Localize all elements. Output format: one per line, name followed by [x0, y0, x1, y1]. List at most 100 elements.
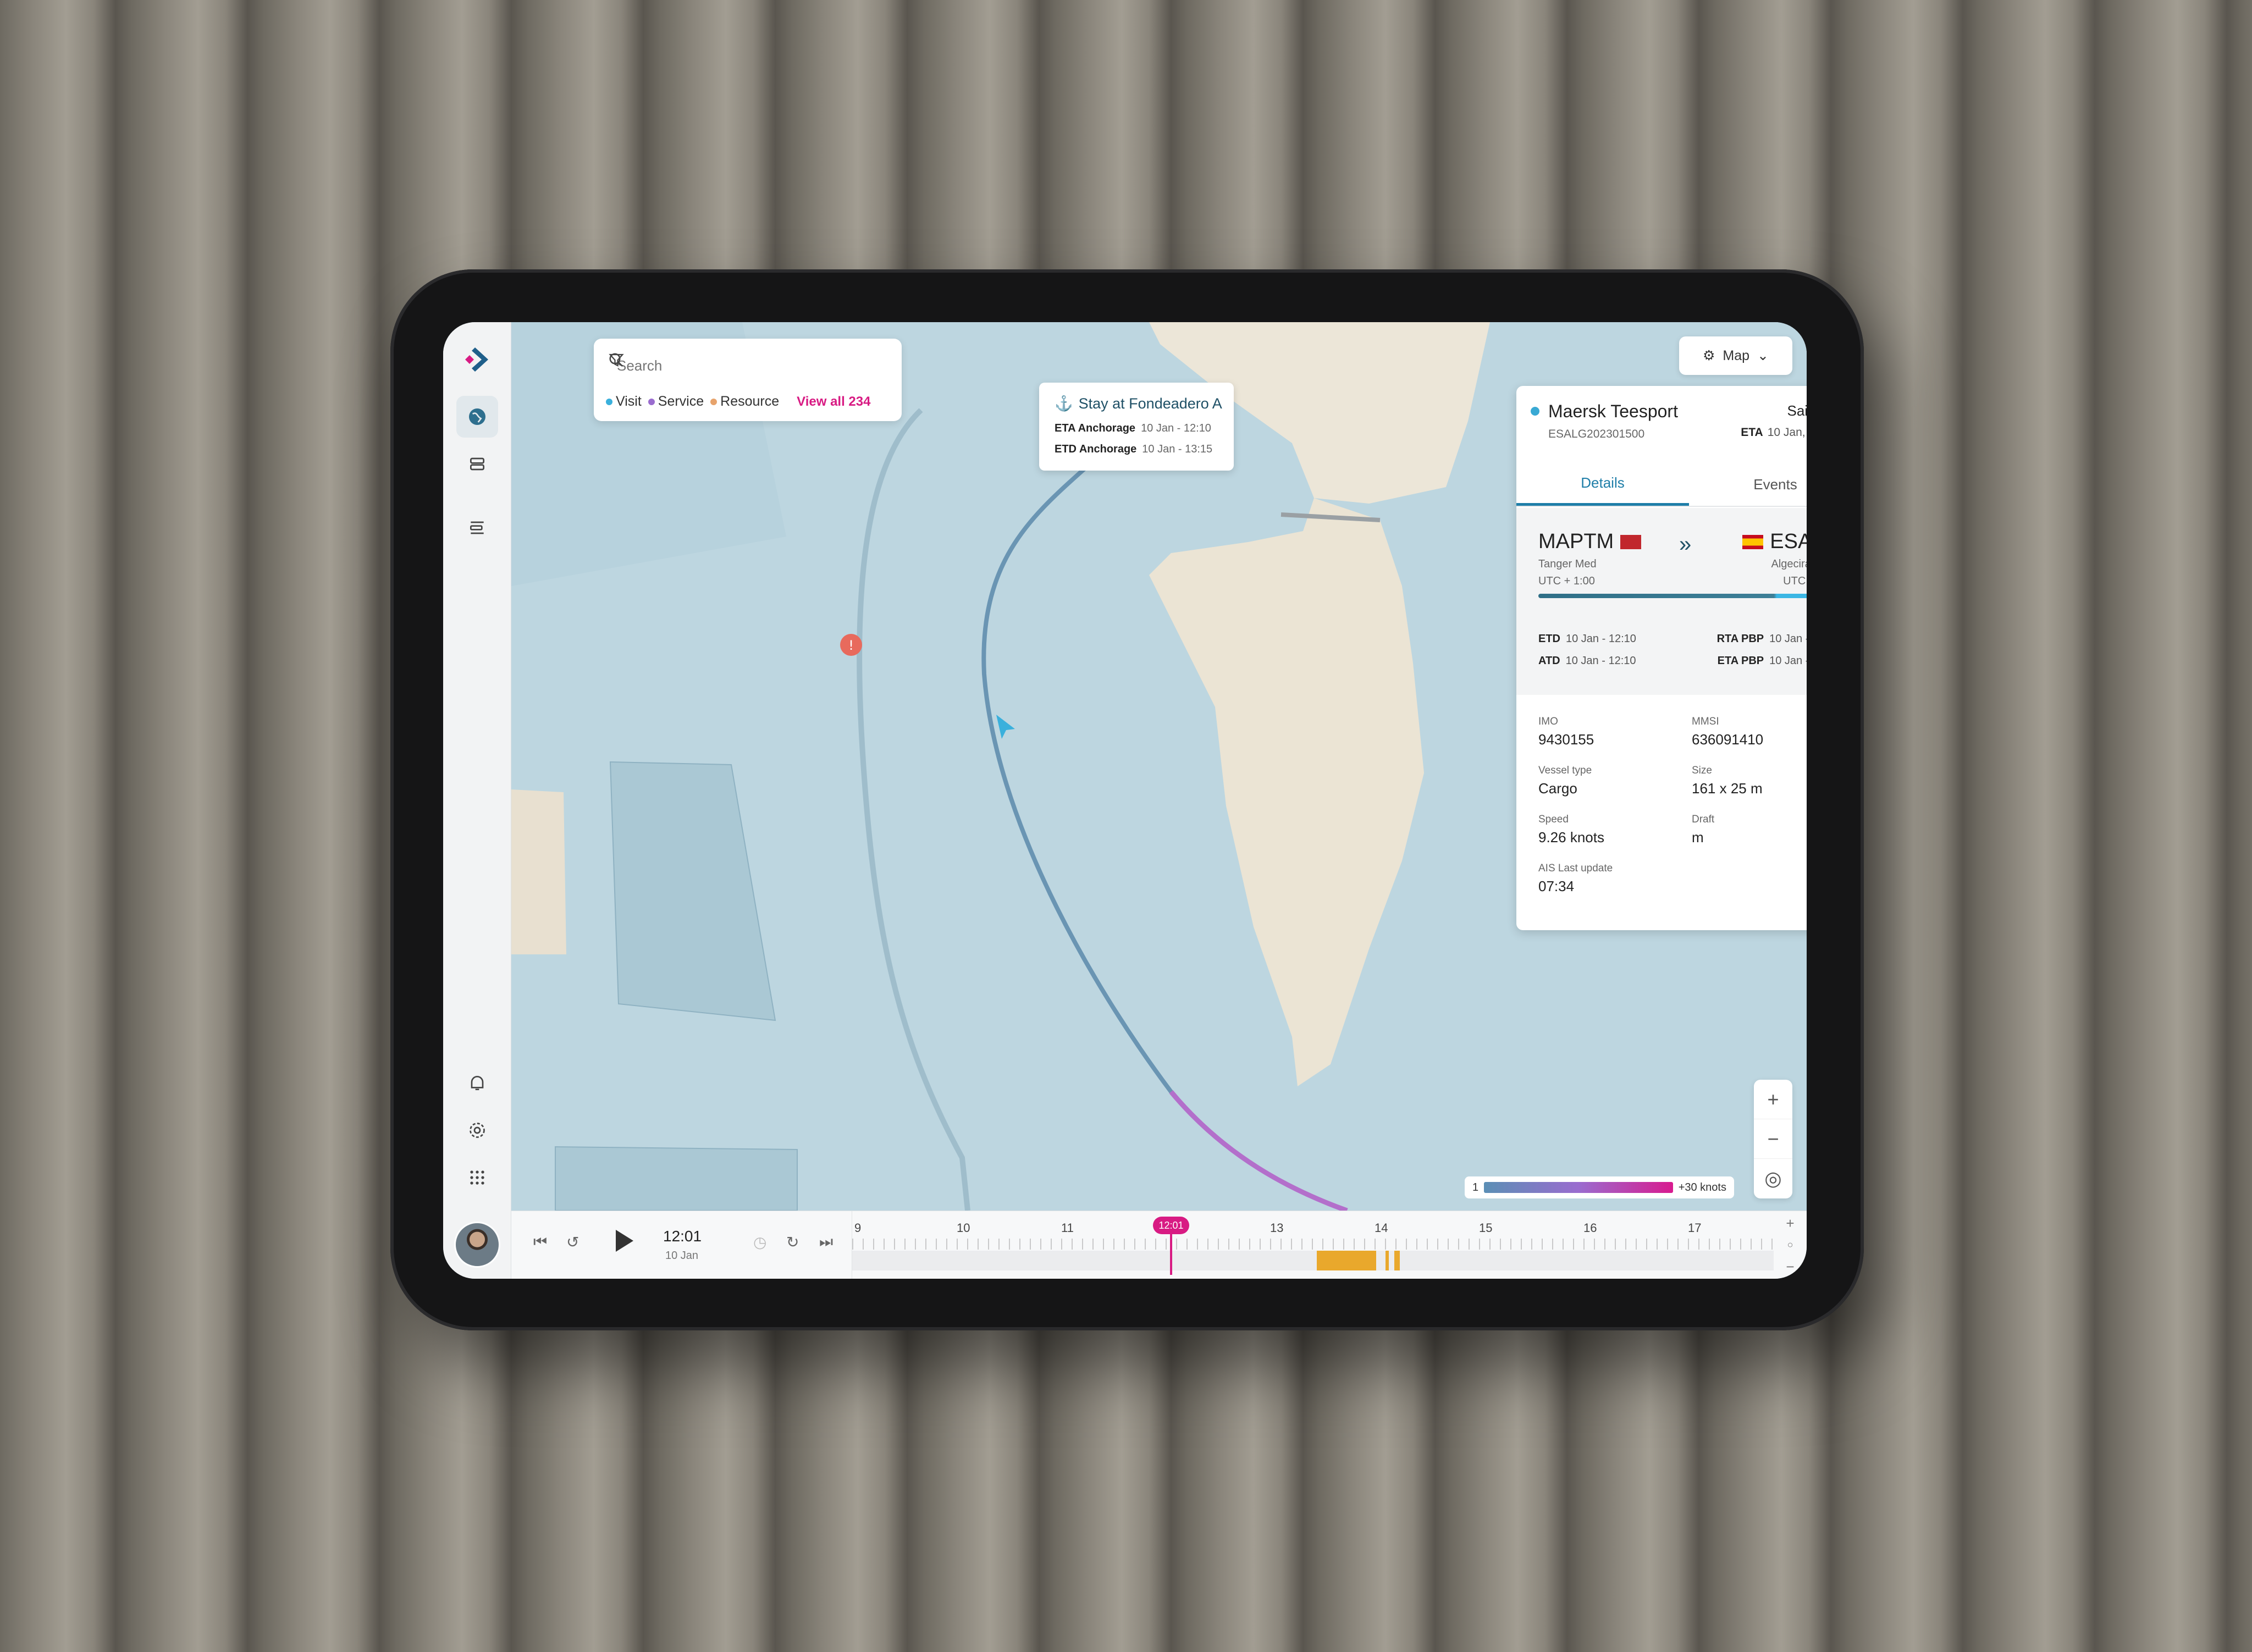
notifications-button[interactable] — [456, 1062, 498, 1104]
tick-label: 14 — [1375, 1221, 1388, 1235]
info-draft: Draft m — [1692, 814, 1715, 846]
search-panel: Visit Service Resource View all 234 — [594, 339, 902, 421]
filter-icon[interactable] — [608, 352, 625, 368]
tick-label: 13 — [1270, 1221, 1284, 1235]
morocco-flag-icon — [1620, 534, 1642, 549]
double-chevron-right-icon: » — [1679, 532, 1692, 556]
origin-port: MAPTM Tanger Med UTC + 1:00 — [1538, 530, 1642, 588]
tick-label: 11 — [1061, 1221, 1074, 1235]
clock-icon[interactable]: ◷ — [753, 1233, 766, 1251]
times-right: RTA PBP10 Jan - 12:10 ETA PBP10 Jan - 12… — [1716, 633, 1807, 667]
destination-port: ESALG Algeciras Port UTC + 1:00 — [1742, 530, 1807, 588]
stack-icon — [470, 457, 484, 471]
popup-row-etd: ETD Anchorage 10 Jan - 13:15 — [1055, 443, 1213, 455]
vessel-name: Maersk Teesport — [1548, 401, 1678, 421]
vessel-code: ESALG202301500 — [1548, 428, 1645, 440]
spain-flag-icon — [1742, 534, 1764, 549]
tick-label: 17 — [1688, 1221, 1702, 1235]
tick-label: 16 — [1583, 1221, 1597, 1235]
skip-start-icon[interactable]: ⏮ — [533, 1233, 547, 1251]
svg-text:!: ! — [848, 638, 854, 653]
event-bar[interactable] — [1386, 1251, 1389, 1270]
sidebar-item-timeline[interactable] — [456, 507, 498, 549]
app-screen: ! Visit Service Resource View all 234 ⚓ S… — [443, 322, 1807, 1279]
service-dot — [648, 398, 655, 405]
event-bar[interactable] — [1317, 1251, 1376, 1270]
timeline-zoom-reset[interactable]: ○ — [1787, 1239, 1793, 1251]
grid-icon — [470, 1170, 484, 1185]
timeline-ticks — [852, 1239, 1774, 1250]
anchor-icon: ⚓ — [1055, 395, 1073, 412]
filter-resource[interactable]: Resource — [710, 394, 779, 410]
popup-title: Stay at Fondeadero A — [1078, 395, 1222, 412]
tick-label: 10 — [957, 1221, 970, 1235]
settings-button[interactable] — [456, 1109, 498, 1151]
vessel-info-grid: IMO 9430155 MMSI 636091410 Vessel type Carg… — [1538, 716, 1807, 895]
vessel-status: Sailing in — [1787, 402, 1807, 419]
timeline-zoom-out[interactable]: − — [1786, 1258, 1794, 1275]
apps-button[interactable] — [456, 1157, 498, 1198]
resource-dot — [710, 398, 717, 405]
map-zoom-controls: + − ◎ — [1754, 1080, 1792, 1198]
filter-resource-label: Resource — [720, 394, 780, 409]
tab-events[interactable]: Events — [1689, 463, 1807, 506]
zoom-out-button[interactable]: − — [1754, 1119, 1792, 1159]
vessel-details-card: Maersk Teesport ESALG202301500 Sailing i… — [1516, 386, 1807, 930]
popup-row-eta: ETA Anchorage 10 Jan - 12:10 — [1055, 422, 1211, 434]
info-vessel-type: Vessel type Cargo — [1538, 765, 1592, 797]
visit-dot — [606, 398, 612, 405]
user-avatar[interactable] — [454, 1222, 500, 1268]
status-dot — [1531, 407, 1539, 416]
rows-icon — [470, 521, 484, 534]
info-ais-update: AIS Last update 07:34 — [1538, 863, 1613, 894]
speed-gradient — [1484, 1182, 1673, 1193]
player-controls: ⏮ ↺ 12:01 10 Jan ◷ ↻ ⏭ — [511, 1211, 852, 1279]
tick-label: 9 — [854, 1221, 862, 1235]
filter-service-label: Service — [658, 394, 704, 409]
sidebar-item-list[interactable] — [456, 443, 498, 485]
locate-icon[interactable]: ◎ — [1754, 1159, 1792, 1198]
gear-icon — [470, 1123, 485, 1138]
forward-icon[interactable]: ↻ — [786, 1233, 799, 1251]
info-imo: IMO 9430155 — [1538, 716, 1594, 748]
map-mode-dropdown[interactable]: ⚙ Map ⌄ — [1679, 336, 1792, 375]
rewind-icon[interactable]: ↺ — [566, 1233, 579, 1251]
timeline-track — [852, 1251, 1774, 1270]
info-size: Size 161 x 25 m — [1692, 765, 1763, 797]
anchorage-popup: ⚓ Stay at Fondeadero A ETA Anchorage 10 Ja… — [1039, 383, 1234, 471]
route-section: MAPTM Tanger Med UTC + 1:00 » ESALG Alge… — [1516, 508, 1807, 695]
view-all-link[interactable]: View all 234 — [797, 394, 870, 410]
search-input[interactable] — [617, 357, 887, 374]
tab-details[interactable]: Details — [1516, 463, 1689, 506]
tick-label: 15 — [1479, 1221, 1493, 1235]
info-mmsi: MMSI 636091410 — [1692, 716, 1764, 748]
timeline-zoom-in[interactable]: + — [1786, 1215, 1794, 1232]
filter-visit-label: Visit — [616, 394, 642, 409]
current-time: 12:01 — [663, 1228, 702, 1245]
voyage-progress — [1538, 594, 1807, 598]
zoom-in-button[interactable]: + — [1754, 1080, 1792, 1119]
playback-bar: ⏮ ↺ 12:01 10 Jan ◷ ↻ ⏭ 9 10 11 13 14 15 … — [511, 1211, 1807, 1279]
speed-max: +30 knots — [1678, 1181, 1726, 1194]
timeline[interactable]: 9 10 11 13 14 15 16 17 12:01 — [852, 1211, 1774, 1279]
globe-icon — [469, 408, 485, 425]
chevron-down-icon: ⌄ — [1757, 348, 1769, 363]
sidebar — [443, 322, 511, 1279]
play-button[interactable] — [616, 1230, 633, 1252]
speed-min: 1 — [1472, 1181, 1479, 1194]
event-bar[interactable] — [1394, 1251, 1400, 1270]
filter-visit[interactable]: Visit — [606, 394, 642, 410]
times-left: ETD 10 Jan - 12:10 ATD 10 Jan - 12:10 — [1538, 633, 1636, 667]
filter-service[interactable]: Service — [648, 394, 704, 410]
map-canvas[interactable]: ! Visit Service Resource View all 234 ⚓ S… — [511, 322, 1807, 1211]
now-badge: 12:01 — [1153, 1217, 1189, 1234]
sidebar-item-map[interactable] — [456, 396, 498, 438]
info-speed: Speed 9.26 knots — [1538, 814, 1604, 846]
skip-end-icon[interactable]: ⏭ — [819, 1233, 833, 1251]
app-logo — [465, 347, 488, 372]
current-date: 10 Jan — [665, 1250, 699, 1262]
speed-legend: 1 +30 knots — [1465, 1176, 1734, 1198]
vessel-eta: ETA10 Jan, 12:02 — [1741, 426, 1807, 440]
timeline-zoom: + ○ − — [1774, 1211, 1807, 1279]
bell-icon — [471, 1076, 484, 1090]
